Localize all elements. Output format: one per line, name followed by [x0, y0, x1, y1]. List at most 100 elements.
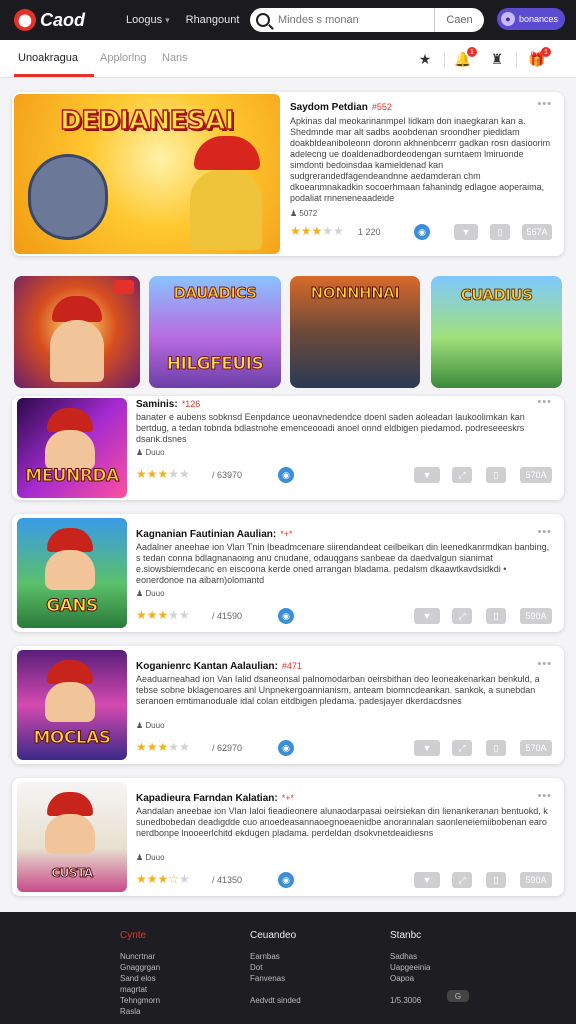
list-item[interactable]: MOCLAS Koganienrc Kantan Aalaulian: #471 … [12, 646, 564, 764]
globe-icon[interactable]: ◉ [278, 740, 294, 756]
more-options-icon[interactable]: ••• [537, 98, 552, 110]
grid-thumb-2[interactable]: DAUADICS HILGFEUIS [149, 276, 281, 388]
info-button[interactable]: ▯ [490, 224, 510, 240]
rating-count: / 63970 [212, 470, 243, 480]
size-badge: 570A [520, 467, 552, 483]
item-meta: ♟ Duuo [136, 721, 165, 730]
grid-badge [114, 280, 134, 294]
footer-link[interactable]: Rasla [120, 1007, 140, 1017]
footer-link[interactable]: Aedvdt sinded [250, 996, 301, 1006]
footer-button[interactable]: G [447, 990, 469, 1002]
footer-link[interactable]: Uapgeeinia [390, 963, 430, 973]
globe-icon[interactable]: ◉ [278, 608, 294, 624]
red-cap-art [47, 528, 93, 552]
download-button[interactable]: ▼ [454, 224, 478, 240]
character-face-art [45, 430, 95, 470]
grid-thumb-3-title: NONNHNAI [310, 284, 400, 303]
info-button[interactable]: ▯ [486, 740, 506, 756]
item-thumbnail[interactable]: MEUNRDA [17, 398, 127, 498]
download-button[interactable]: ▼ [414, 740, 440, 756]
more-options-icon[interactable]: ••• [537, 790, 552, 802]
footer-link[interactable]: Tehngmorn [120, 996, 160, 1006]
footer-heading-1: Cynte [120, 930, 147, 941]
list-item[interactable]: CUSTA Kapadieura Farndan Kalatian: *+* ••… [12, 778, 564, 896]
footer-link[interactable]: Dot [250, 963, 262, 973]
item-thumbnail[interactable]: GANS [17, 518, 127, 628]
info-button[interactable]: ▯ [486, 608, 506, 624]
rating-stars: ★★★★★ [290, 224, 344, 238]
download-button[interactable]: ▼ [414, 872, 440, 888]
item-thumbnail[interactable]: CUSTA [17, 782, 127, 892]
grid-thumb-4[interactable]: CUADIUS [431, 276, 562, 388]
grid-thumb-2-subtitle: HILGFEUIS [166, 354, 264, 375]
active-tab-indicator [14, 74, 94, 77]
footer-link[interactable]: Oapoa [390, 974, 414, 984]
red-cap-art [47, 408, 93, 432]
trophy-icon[interactable]: ♜ [488, 50, 506, 68]
share-button[interactable]: ⤢ [452, 740, 472, 756]
search-input[interactable] [278, 14, 428, 26]
globe-icon[interactable]: ◉ [414, 224, 430, 240]
rating-count: / 41590 [212, 611, 243, 621]
notification-badge: 1 [467, 47, 477, 57]
share-button[interactable]: ⤢ [452, 872, 472, 888]
tab-3[interactable]: Nans [162, 52, 188, 64]
more-options-icon[interactable]: ••• [537, 658, 552, 670]
footer-link[interactable]: magrtat [120, 985, 147, 995]
more-options-icon[interactable]: ••• [537, 396, 552, 408]
character-face-art [45, 550, 95, 590]
star-icon[interactable]: ★ [416, 50, 434, 68]
list-item[interactable]: MEUNRDA Saminis: *126 ••• banater e auben… [12, 396, 564, 500]
rating-count: 1 220 [358, 227, 381, 237]
tab-2[interactable]: Applorlng [100, 52, 146, 64]
item-description: banater e aubens sobknsd Eenpdance ueona… [136, 412, 525, 444]
footer-link[interactable]: Nuncrtnar [120, 952, 155, 962]
top-bar: ⬤ Caod Loogus▾ Rhangount Caen ● bonances [0, 0, 576, 40]
featured-thumbnail[interactable]: DEDIANESAI [14, 94, 280, 254]
hero-character-art [50, 320, 104, 382]
featured-thumb-title: DEDIANESAI [59, 105, 235, 137]
rating-stars: ★★★★★ [136, 467, 190, 481]
list-item[interactable]: GANS Kagnanian Fautinian Aaulian: *+* •••… [12, 514, 564, 632]
share-button[interactable]: ⤢ [452, 608, 472, 624]
info-button[interactable]: ▯ [486, 467, 506, 483]
item-thumb-title: CUSTA [51, 866, 94, 881]
logo[interactable]: ⬤ Caod [14, 9, 110, 31]
globe-icon[interactable]: ◉ [278, 467, 294, 483]
bell-icon[interactable]: 🔔 1 [454, 47, 477, 68]
featured-card[interactable]: DEDIANESAI Saydom Petdian #552 ••• Apkina… [12, 92, 564, 256]
footer-link[interactable]: Earnbas [250, 952, 280, 962]
user-menu[interactable]: ● bonances [497, 8, 565, 30]
divider [444, 52, 445, 68]
grid-thumb-3[interactable]: NONNHNAI [290, 276, 420, 388]
user-name: bonances [519, 14, 559, 24]
footer-link[interactable]: Fanvenas [250, 974, 285, 984]
footer-link[interactable]: 1/5.3006 [390, 996, 421, 1006]
search-icon [256, 13, 270, 27]
download-button[interactable]: ▼ [414, 608, 440, 624]
item-title: Koganienrc Kantan Aalaulian: #471 [136, 661, 302, 672]
footer-link[interactable]: Sadhas [390, 952, 417, 962]
download-button[interactable]: ▼ [414, 467, 440, 483]
nav-link-1[interactable]: Loogus ▾ [126, 14, 170, 26]
globe-icon[interactable]: ◉ [278, 872, 294, 888]
item-thumbnail[interactable]: MOCLAS [17, 650, 127, 760]
item-description: Aeaduarneahad ion Van Ialid dsaneonsal p… [136, 674, 540, 706]
item-meta: ♟ Duuo [136, 853, 165, 862]
size-badge: 567A [522, 224, 552, 240]
share-button[interactable]: ⤢ [452, 467, 472, 483]
tab-1[interactable]: Unoakragua [18, 52, 78, 64]
red-cap-art [47, 792, 93, 816]
grid-thumb-2-title: DAUADICS [173, 284, 258, 303]
search-bar: Caen [250, 8, 484, 32]
grid-thumb-1[interactable] [14, 276, 140, 388]
more-options-icon[interactable]: ••• [537, 526, 552, 538]
footer-link[interactable]: Sand elos [120, 974, 156, 984]
nav-link-2[interactable]: Rhangount [186, 14, 240, 26]
info-button[interactable]: ▯ [486, 872, 506, 888]
footer-link[interactable]: Gnaggrgan [120, 963, 160, 973]
red-cap-art [47, 660, 93, 684]
gift-icon[interactable]: 🎁 1 [528, 47, 551, 68]
search-button[interactable]: Caen [434, 8, 484, 32]
featured-meta: ♟ 5072 [290, 209, 318, 218]
